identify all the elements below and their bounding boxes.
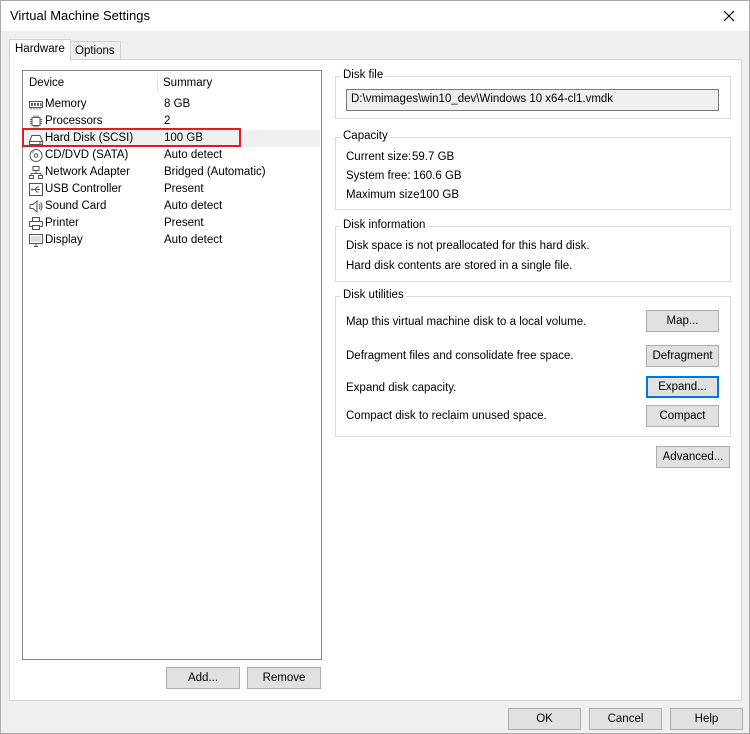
add-device-button[interactable]: Add... (166, 667, 240, 689)
tab-options[interactable]: Options (69, 41, 121, 60)
device-name: USB Controller (45, 183, 122, 195)
ok-button[interactable]: OK (508, 708, 581, 730)
disk-file-path-field[interactable]: D:\vmimages\win10_dev\Windows 10 x64-cl1… (346, 89, 719, 111)
printer-icon (29, 217, 43, 230)
device-row-network-adapter[interactable]: Network Adapter Bridged (Automatic) (26, 164, 320, 181)
device-row-printer[interactable]: Printer Present (26, 215, 320, 232)
processor-icon (30, 115, 42, 128)
disk-information-group: Disk information Disk space is not preal… (335, 219, 731, 282)
hardware-tab-panel: Device Summary Memory 8 GB Processors 2 … (9, 59, 742, 701)
device-name: Printer (45, 217, 79, 229)
system-free-value: 160.6 GB (413, 170, 462, 182)
device-name: Processors (45, 115, 103, 127)
close-icon (723, 10, 735, 22)
disk-utilities-label: Disk utilities (341, 289, 406, 301)
disk-file-group: Disk file D:\vmimages\win10_dev\Windows … (335, 69, 731, 119)
tab-options-label: Options (75, 45, 115, 57)
disk-information-label: Disk information (341, 219, 428, 231)
defragment-button[interactable]: Defragment (646, 345, 719, 367)
memory-icon (29, 101, 43, 110)
system-free-label: System free: (346, 170, 411, 182)
map-description: Map this virtual machine disk to a local… (346, 316, 587, 328)
device-summary: Auto detect (164, 234, 223, 246)
sound-card-icon (29, 200, 43, 213)
column-divider[interactable] (157, 73, 158, 92)
device-row-cd-dvd[interactable]: CD/DVD (SATA) Auto detect (26, 147, 320, 164)
device-summary: 100 GB (164, 132, 203, 144)
device-name: Memory (45, 98, 87, 110)
device-summary: Auto detect (164, 149, 223, 161)
cd-dvd-icon (29, 149, 43, 162)
window-title: Virtual Machine Settings (10, 8, 150, 23)
device-list[interactable]: Device Summary Memory 8 GB Processors 2 … (22, 70, 322, 660)
device-row-processors[interactable]: Processors 2 (26, 113, 320, 130)
device-row-memory[interactable]: Memory 8 GB (26, 96, 320, 113)
disk-utilities-group: Disk utilities Map this virtual machine … (335, 289, 731, 437)
disk-info-line-1: Disk space is not preallocated for this … (346, 240, 590, 252)
disk-info-line-2: Hard disk contents are stored in a singl… (346, 260, 573, 272)
device-summary: Bridged (Automatic) (164, 166, 266, 178)
cancel-button-label: Cancel (607, 713, 644, 725)
device-name: Network Adapter (45, 166, 131, 178)
current-size-value: 59.7 GB (412, 151, 455, 163)
expand-description: Expand disk capacity. (346, 382, 457, 394)
device-name: Display (45, 234, 83, 246)
close-button[interactable] (709, 1, 749, 31)
defragment-description: Defragment files and consolidate free sp… (346, 350, 574, 362)
device-row-sound-card[interactable]: Sound Card Auto detect (26, 198, 320, 215)
add-device-label: Add... (187, 672, 219, 684)
defragment-button-label: Defragment (652, 350, 713, 362)
device-row-display[interactable]: Display Auto detect (26, 232, 320, 249)
capacity-group: Capacity Current size: 59.7 GB System fr… (335, 130, 731, 210)
expand-button[interactable]: Expand... (646, 376, 719, 398)
network-adapter-icon (29, 166, 43, 179)
compact-button-label: Compact (659, 410, 706, 422)
cancel-button[interactable]: Cancel (589, 708, 662, 730)
remove-device-button[interactable]: Remove (247, 667, 321, 689)
advanced-button-label: Advanced... (662, 451, 724, 463)
usb-controller-icon (29, 183, 43, 196)
device-name: Sound Card (45, 200, 107, 212)
tab-hardware[interactable]: Hardware (9, 39, 71, 61)
title-bar: Virtual Machine Settings (1, 1, 749, 31)
help-button-label: Help (694, 713, 719, 725)
device-row-usb-controller[interactable]: USB Controller Present (26, 181, 320, 198)
display-icon (29, 234, 43, 247)
ok-button-label: OK (536, 713, 553, 725)
device-summary: 8 GB (164, 98, 191, 110)
tab-hardware-label: Hardware (15, 43, 65, 55)
maximum-size-label: Maximum size: (346, 189, 423, 201)
capacity-label: Capacity (341, 130, 390, 142)
device-summary: Present (164, 217, 204, 229)
maximum-size-value: 100 GB (420, 189, 459, 201)
map-button-label: Map... (666, 315, 699, 327)
map-button[interactable]: Map... (646, 310, 719, 332)
vm-settings-window: Virtual Machine Settings Hardware Option… (0, 0, 750, 734)
column-header-summary[interactable]: Summary (163, 77, 212, 89)
device-summary: Auto detect (164, 200, 223, 212)
device-name: Hard Disk (SCSI) (45, 132, 134, 144)
expand-button-label: Expand... (658, 381, 707, 393)
device-summary: Present (164, 183, 204, 195)
remove-device-label: Remove (262, 672, 306, 684)
device-summary: 2 (164, 115, 171, 127)
column-header-device[interactable]: Device (29, 77, 64, 89)
disk-file-label: Disk file (341, 69, 386, 81)
current-size-label: Current size: (346, 151, 412, 163)
hard-disk-icon (29, 135, 43, 145)
compact-description: Compact disk to reclaim unused space. (346, 410, 547, 422)
help-button[interactable]: Help (670, 708, 743, 730)
device-row-hard-disk[interactable]: Hard Disk (SCSI) 100 GB (26, 130, 320, 147)
compact-button[interactable]: Compact (646, 405, 719, 427)
device-name: CD/DVD (SATA) (45, 149, 129, 161)
advanced-button[interactable]: Advanced... (656, 446, 730, 468)
